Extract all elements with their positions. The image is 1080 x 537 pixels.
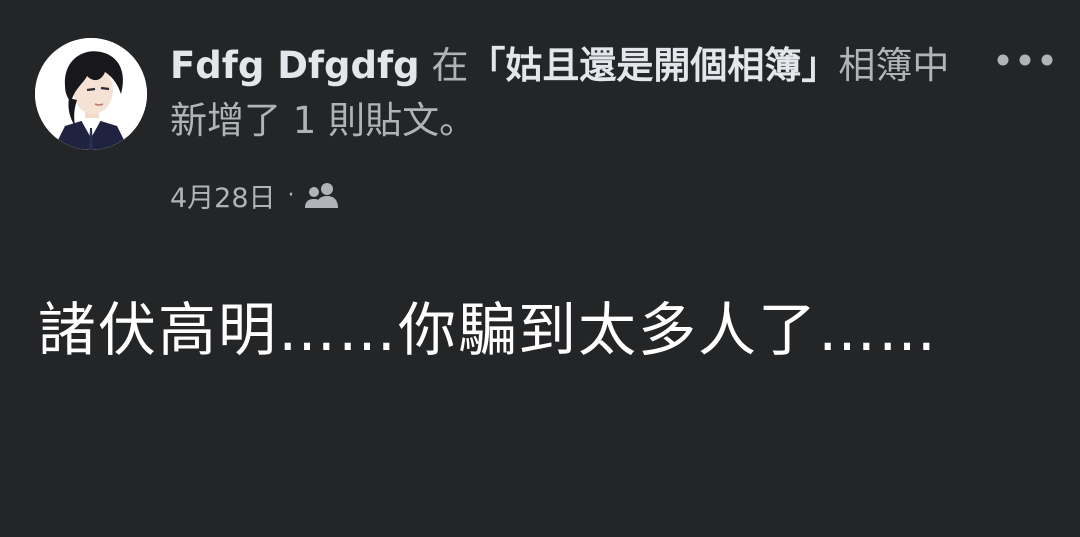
album-link[interactable]: 「姑且還是開個相簿」 [468, 44, 838, 87]
meta-separator: · [287, 182, 295, 208]
author-name[interactable]: Fdfg Dfgdfg [170, 44, 420, 87]
post-body-text: 諸伏高明……你騙到太多人了…… [38, 296, 939, 364]
author-avatar[interactable] [35, 38, 147, 150]
avatar-illustration [35, 38, 147, 150]
more-options-button[interactable] [990, 40, 1060, 80]
post-timestamp[interactable]: 4月28日 [170, 176, 276, 215]
post-meta: 4月28日 · [170, 174, 339, 216]
friends-icon-glyph [304, 183, 338, 208]
album-post: Fdfg Dfgdfg 在「姑且還是開個相簿」相簿中新增了 1 則貼文。 4月2… [0, 0, 1080, 537]
action-prefix: 在 [419, 44, 469, 87]
friends-icon[interactable] [304, 182, 339, 208]
post-header: Fdfg Dfgdfg 在「姑且還是開個相簿」相簿中新增了 1 則貼文。 [170, 38, 960, 148]
more-options-icon [997, 54, 1053, 66]
